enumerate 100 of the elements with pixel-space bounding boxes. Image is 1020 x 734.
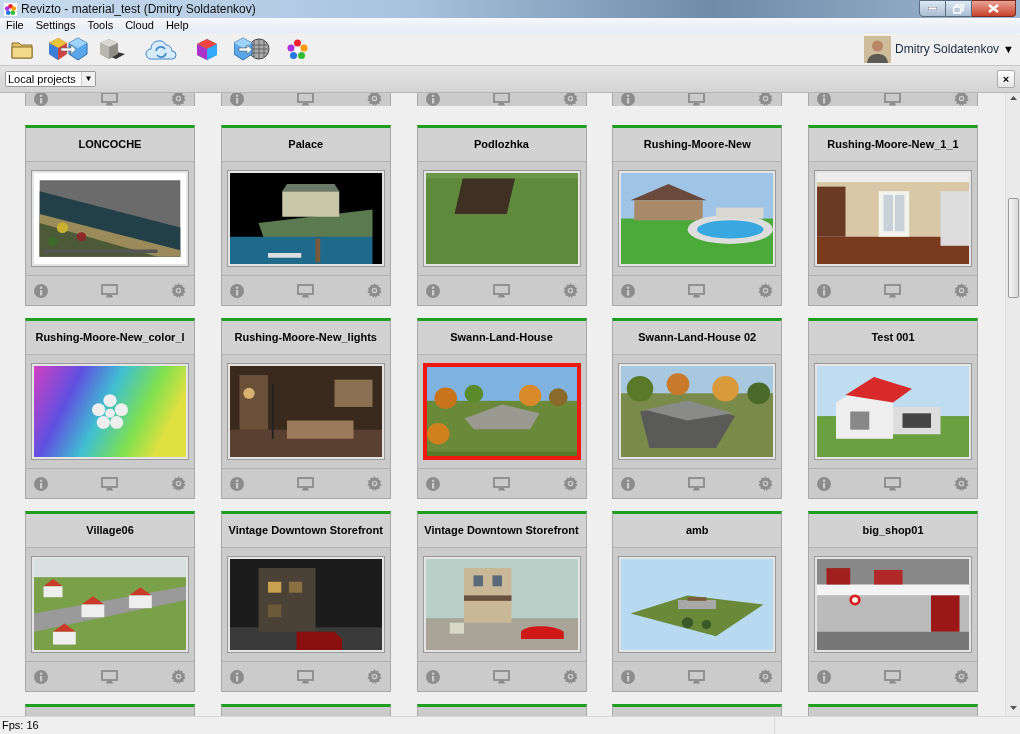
info-icon[interactable] xyxy=(425,93,440,106)
project-card[interactable]: Vintage Downtown Storefront xyxy=(220,511,391,692)
settings-icon[interactable] xyxy=(171,476,186,491)
info-icon[interactable] xyxy=(621,476,636,491)
settings-icon[interactable] xyxy=(758,93,774,106)
project-filter-dropdown[interactable]: Local projects ▼ xyxy=(5,71,96,87)
scrollbar-thumb[interactable] xyxy=(1007,198,1019,298)
monitor-icon[interactable] xyxy=(101,283,118,298)
monitor-icon[interactable] xyxy=(492,669,510,684)
settings-icon[interactable] xyxy=(366,669,382,684)
info-icon[interactable] xyxy=(621,283,636,298)
info-icon[interactable] xyxy=(229,93,244,106)
info-icon[interactable] xyxy=(425,669,440,684)
info-icon[interactable] xyxy=(34,669,48,684)
settings-icon[interactable] xyxy=(366,283,382,298)
menu-item[interactable]: File xyxy=(4,17,26,34)
info-icon[interactable] xyxy=(34,283,48,298)
project-card[interactable]: Vintage Downtown Storefront xyxy=(416,511,587,692)
monitor-icon[interactable] xyxy=(101,669,118,684)
cloud-sync-icon[interactable] xyxy=(145,38,177,60)
cube-to-sphere-icon[interactable] xyxy=(234,37,270,61)
info-icon[interactable] xyxy=(817,669,831,684)
info-icon[interactable] xyxy=(229,283,244,298)
project-card[interactable]: Rushing-Moore-New_color_l xyxy=(25,318,195,499)
close-button[interactable] xyxy=(972,0,1016,17)
settings-icon[interactable] xyxy=(366,476,382,491)
project-card[interactable]: Test 001 xyxy=(808,318,978,499)
menu-item[interactable]: Tools xyxy=(85,17,116,34)
scroll-up-icon[interactable] xyxy=(1009,96,1017,100)
project-card[interactable]: amb xyxy=(612,511,783,692)
shaded-cube-icon[interactable] xyxy=(99,38,126,60)
info-icon[interactable] xyxy=(621,93,636,106)
settings-icon[interactable] xyxy=(562,669,578,684)
menu-item[interactable]: Help xyxy=(163,17,191,34)
info-icon[interactable] xyxy=(34,476,48,491)
monitor-icon[interactable] xyxy=(296,93,314,106)
monitor-icon[interactable] xyxy=(688,669,706,684)
settings-icon[interactable] xyxy=(171,283,186,298)
project-card[interactable]: Rushing-Moore-New_1_1 xyxy=(808,125,978,306)
maximize-button[interactable] xyxy=(946,0,972,17)
settings-icon[interactable] xyxy=(954,476,969,491)
project-card[interactable]: Podlozhka xyxy=(416,125,587,306)
project-card[interactable]: big_shop01 xyxy=(808,511,978,692)
user-name[interactable]: Dmitry Soldatenkov xyxy=(895,40,1000,58)
dropdown-caret[interactable]: ▼ xyxy=(81,72,95,86)
settings-icon[interactable] xyxy=(954,93,969,106)
settings-icon[interactable] xyxy=(171,669,186,684)
project-card[interactable]: Village06 xyxy=(25,511,195,692)
project-title: LONCOCHE xyxy=(26,128,194,162)
info-icon[interactable] xyxy=(621,669,636,684)
monitor-icon[interactable] xyxy=(884,476,901,491)
monitor-icon[interactable] xyxy=(296,283,314,298)
settings-icon[interactable] xyxy=(562,93,578,106)
info-icon[interactable] xyxy=(425,283,440,298)
settings-icon[interactable] xyxy=(562,283,578,298)
info-icon[interactable] xyxy=(34,93,48,106)
close-panel-button[interactable]: × xyxy=(997,70,1015,88)
settings-icon[interactable] xyxy=(954,283,969,298)
project-card[interactable]: Swann-Land-House xyxy=(416,318,587,499)
info-icon[interactable] xyxy=(425,476,440,491)
monitor-icon[interactable] xyxy=(492,283,510,298)
minimize-button[interactable] xyxy=(919,0,946,17)
scroll-down-icon[interactable] xyxy=(1009,706,1017,710)
info-icon[interactable] xyxy=(817,93,831,106)
info-icon[interactable] xyxy=(229,476,244,491)
project-card[interactable]: Rushing-Moore-New_lights xyxy=(220,318,391,499)
settings-icon[interactable] xyxy=(562,476,578,491)
settings-icon[interactable] xyxy=(171,93,186,106)
flower-icon[interactable] xyxy=(287,38,308,60)
menu-item[interactable]: Settings xyxy=(33,17,78,34)
info-icon[interactable] xyxy=(229,669,244,684)
settings-icon[interactable] xyxy=(758,669,774,684)
monitor-icon[interactable] xyxy=(296,669,314,684)
settings-icon[interactable] xyxy=(954,669,969,684)
user-menu-caret[interactable]: ▼ xyxy=(1003,40,1014,58)
settings-icon[interactable] xyxy=(758,476,774,491)
settings-icon[interactable] xyxy=(366,93,382,106)
monitor-icon[interactable] xyxy=(688,476,706,491)
project-card[interactable]: Rushing-Moore-New xyxy=(612,125,783,306)
monitor-icon[interactable] xyxy=(296,476,314,491)
cube-icon[interactable] xyxy=(196,37,218,61)
monitor-icon[interactable] xyxy=(688,93,706,106)
project-card[interactable]: LONCOCHE xyxy=(25,125,195,306)
cube-export-icon[interactable] xyxy=(48,37,89,61)
monitor-icon[interactable] xyxy=(101,476,118,491)
project-card[interactable]: Swann-Land-House 02 xyxy=(612,318,783,499)
scrollbar[interactable] xyxy=(1005,93,1020,716)
monitor-icon[interactable] xyxy=(101,93,118,106)
monitor-icon[interactable] xyxy=(884,669,901,684)
menu-item[interactable]: Cloud xyxy=(123,17,156,34)
info-icon[interactable] xyxy=(817,283,831,298)
project-card[interactable]: Palace xyxy=(220,125,391,306)
monitor-icon[interactable] xyxy=(884,93,901,106)
monitor-icon[interactable] xyxy=(492,476,510,491)
monitor-icon[interactable] xyxy=(884,283,901,298)
monitor-icon[interactable] xyxy=(688,283,706,298)
monitor-icon[interactable] xyxy=(492,93,510,106)
folder-icon[interactable] xyxy=(11,39,33,59)
settings-icon[interactable] xyxy=(758,283,774,298)
info-icon[interactable] xyxy=(817,476,831,491)
